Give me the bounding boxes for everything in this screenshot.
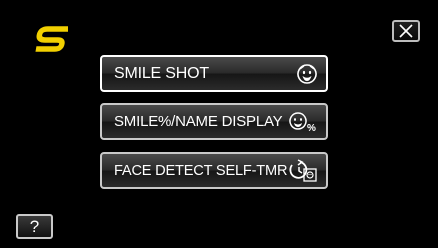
face-timer-icon — [288, 158, 318, 184]
smile-settings-screen: SMILE SHOT SMILE%/NAME DISPLAY % FACE DE… — [0, 0, 438, 248]
face-detect-self-timer-label: FACE DETECT SELF-TMR — [114, 162, 288, 179]
close-icon — [399, 24, 413, 38]
smile-shot-button[interactable]: SMILE SHOT — [100, 55, 328, 92]
smile-percent-icon: % — [288, 109, 318, 135]
smile-shot-label: SMILE SHOT — [114, 64, 209, 82]
smile-mode-logo-icon — [34, 26, 69, 54]
svg-text:%: % — [307, 123, 316, 133]
smile-face-icon — [288, 61, 318, 87]
smile-name-display-button[interactable]: SMILE%/NAME DISPLAY % — [100, 103, 328, 140]
help-button[interactable]: ? — [16, 214, 53, 239]
help-label: ? — [29, 216, 40, 236]
close-button[interactable] — [392, 20, 420, 42]
smile-name-display-label: SMILE%/NAME DISPLAY — [114, 113, 283, 130]
face-detect-self-timer-button[interactable]: FACE DETECT SELF-TMR — [100, 152, 328, 189]
